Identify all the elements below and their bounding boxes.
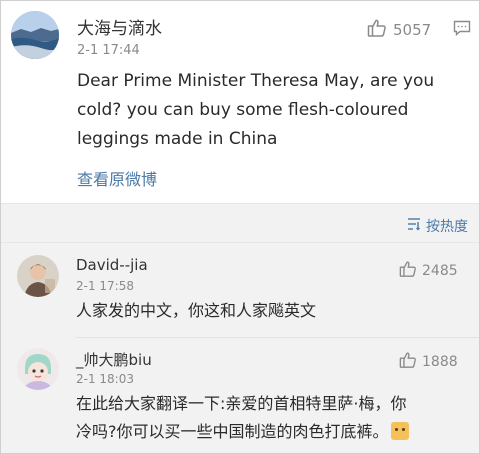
main-post: 大海与滴水 2-1 17:44 5057 Dear Prime Minister… xyxy=(1,1,479,203)
main-post-text: Dear Prime Minister Theresa May, are you… xyxy=(77,71,435,149)
comment-like-button[interactable]: 1888 xyxy=(399,351,458,373)
thumbs-up-icon xyxy=(367,18,393,42)
doge-emoji-icon xyxy=(390,422,409,440)
sort-bar: 按热度 xyxy=(1,203,479,243)
comment-avatar[interactable] xyxy=(17,255,59,297)
comment-text-line: 在此给大家翻译一下:亲爱的首相特里萨·梅，你 xyxy=(76,394,407,413)
comment-reply-button[interactable] xyxy=(453,20,471,40)
main-post-username[interactable]: 大海与滴水 xyxy=(77,14,162,39)
comment-text-line: 冷吗?你可以买一些中国制造的肉色打底裤。 xyxy=(76,418,471,446)
main-post-like-button[interactable]: 5057 xyxy=(367,18,431,42)
view-original-link[interactable]: 查看原微博 xyxy=(77,166,157,190)
comment-username[interactable]: David--jia xyxy=(76,256,148,274)
comment-list: David--jia 2-1 17:58 2485 人家发的中文，你这和人家飚英… xyxy=(1,243,479,453)
comment-text-line-content: 冷吗?你可以买一些中国制造的肉色打底裤。 xyxy=(76,422,389,441)
comment-bubble-icon xyxy=(453,20,471,40)
comment-like-count: 2485 xyxy=(422,263,458,279)
comment-avatar[interactable] xyxy=(17,348,59,390)
thumbs-up-icon xyxy=(399,351,422,373)
comment-username[interactable]: _帅大鹏biu xyxy=(76,349,152,370)
comment-like-count: 1888 xyxy=(422,354,458,370)
comment-text: 人家发的中文，你这和人家飚英文 xyxy=(76,301,317,320)
comment-time: 2-1 18:03 xyxy=(76,372,134,386)
screenshot-frame: 大海与滴水 2-1 17:44 5057 Dear Prime Minister… xyxy=(0,0,480,454)
comment-item: _帅大鹏biu 2-1 18:03 1888 在此给大家翻译一下:亲爱的首相特里… xyxy=(1,338,479,453)
comment-time: 2-1 17:58 xyxy=(76,279,134,293)
comment-item: David--jia 2-1 17:58 2485 人家发的中文，你这和人家飚英… xyxy=(1,243,479,338)
sort-icon xyxy=(407,217,426,235)
comment-like-button[interactable]: 2485 xyxy=(399,260,458,282)
sort-by-popularity-button[interactable]: 按热度 xyxy=(407,216,468,236)
sort-label: 按热度 xyxy=(426,219,468,235)
thumbs-up-icon xyxy=(399,260,422,282)
main-post-like-count: 5057 xyxy=(393,21,432,39)
main-post-time: 2-1 17:44 xyxy=(77,43,140,58)
comment-text: 在此给大家翻译一下:亲爱的首相特里萨·梅，你 冷吗?你可以买一些中国制造的肉色打… xyxy=(76,390,471,446)
main-post-avatar[interactable] xyxy=(11,11,59,59)
